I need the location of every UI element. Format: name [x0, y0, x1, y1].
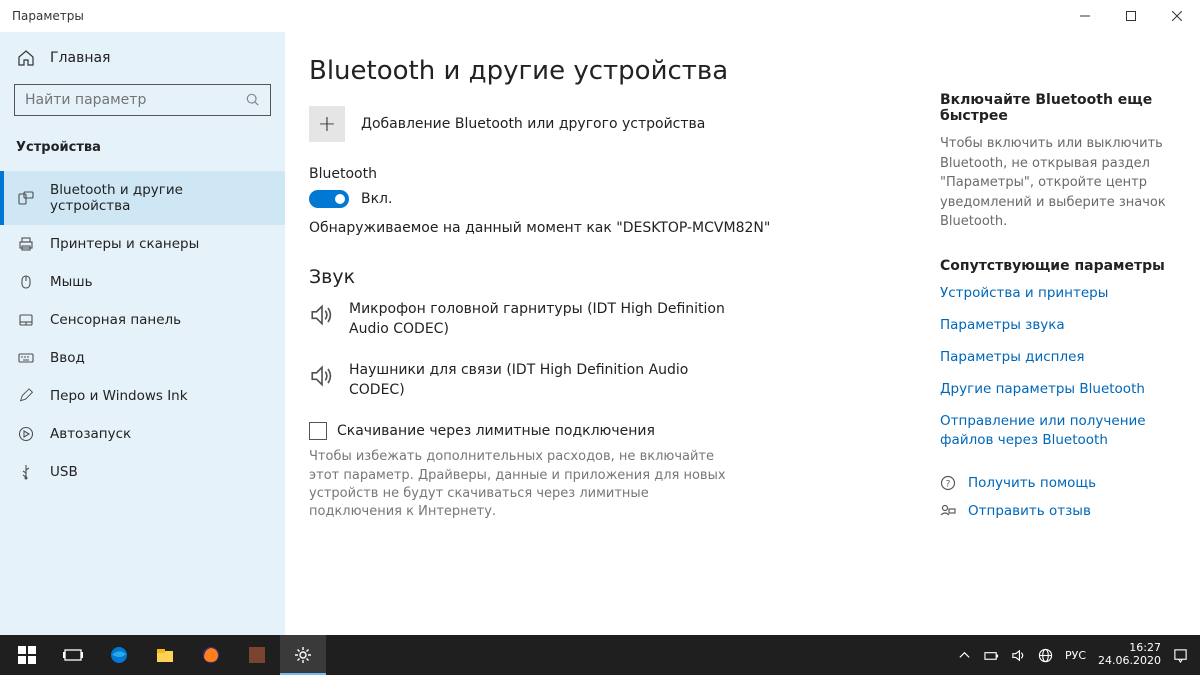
- speaker-icon: [309, 302, 335, 332]
- sidebar-item-label: Ввод: [50, 350, 85, 366]
- home-nav[interactable]: Главная: [0, 40, 285, 76]
- feedback-link[interactable]: Отправить отзыв: [968, 503, 1091, 519]
- home-icon: [18, 50, 34, 66]
- bluetooth-toggle[interactable]: [309, 190, 349, 208]
- sidebar-item-bluetooth[interactable]: Bluetooth и другие устройства: [0, 171, 285, 225]
- edge-icon[interactable]: [96, 635, 142, 675]
- device-label: Микрофон головной гарнитуры (IDT High De…: [349, 300, 729, 339]
- printer-icon: [18, 236, 34, 252]
- get-help[interactable]: ? Получить помощь: [940, 475, 1178, 491]
- help-link[interactable]: Получить помощь: [968, 475, 1096, 491]
- discoverable-text: Обнаруживаемое на данный момент как "DES…: [309, 220, 910, 236]
- page-title: Bluetooth и другие устройства: [309, 56, 910, 86]
- sidebar-item-mouse[interactable]: Мышь: [0, 263, 285, 301]
- close-button[interactable]: [1154, 0, 1200, 32]
- maximize-button[interactable]: [1108, 0, 1154, 32]
- give-feedback[interactable]: Отправить отзыв: [940, 503, 1178, 519]
- right-pane: Включайте Bluetooth еще быстрее Чтобы вк…: [940, 32, 1200, 635]
- plus-icon: +: [309, 106, 345, 142]
- search-field[interactable]: [25, 92, 246, 108]
- sidebar-item-typing[interactable]: Ввод: [0, 339, 285, 377]
- keyboard-icon: [18, 350, 34, 366]
- related-link-devices-printers[interactable]: Устройства и принтеры: [940, 284, 1178, 302]
- tip-text: Чтобы включить или выключить Bluetooth, …: [940, 134, 1178, 232]
- sidebar-item-touchpad[interactable]: Сенсорная панель: [0, 301, 285, 339]
- home-label: Главная: [50, 50, 110, 66]
- bluetooth-label: Bluetooth: [309, 166, 910, 182]
- volume-icon[interactable]: [1011, 648, 1026, 663]
- date: 24.06.2020: [1098, 655, 1161, 668]
- device-item[interactable]: Наушники для связи (IDT High Definition …: [309, 361, 729, 400]
- window-title: Параметры: [12, 9, 84, 23]
- content-area: Bluetooth и другие устройства + Добавлен…: [285, 32, 940, 635]
- sidebar-item-label: Автозапуск: [50, 426, 131, 442]
- start-button[interactable]: [4, 635, 50, 675]
- tip-title: Включайте Bluetooth еще быстрее: [940, 92, 1178, 124]
- sidebar: Главная Устройства Bluetooth и другие ус…: [0, 32, 285, 635]
- minimize-button[interactable]: [1062, 0, 1108, 32]
- sidebar-item-autoplay[interactable]: Автозапуск: [0, 415, 285, 453]
- notifications-icon[interactable]: [1173, 648, 1188, 663]
- touchpad-icon: [18, 312, 34, 328]
- system-tray: РУС 16:27 24.06.2020: [957, 642, 1196, 667]
- metered-checkbox[interactable]: [309, 422, 327, 440]
- usb-icon: [18, 464, 34, 480]
- svg-text:?: ?: [946, 479, 951, 489]
- clock[interactable]: 16:27 24.06.2020: [1098, 642, 1161, 667]
- related-title: Сопутствующие параметры: [940, 258, 1178, 274]
- search-input[interactable]: [14, 84, 271, 116]
- device-label: Наушники для связи (IDT High Definition …: [349, 361, 729, 400]
- device-item[interactable]: Микрофон головной гарнитуры (IDT High De…: [309, 300, 729, 339]
- mouse-icon: [18, 274, 34, 290]
- network-icon[interactable]: [1038, 648, 1053, 663]
- related-link-display[interactable]: Параметры дисплея: [940, 348, 1178, 366]
- sidebar-item-label: Перо и Windows Ink: [50, 388, 188, 404]
- add-device-button[interactable]: + Добавление Bluetooth или другого устро…: [309, 106, 910, 142]
- related-link-more-bt[interactable]: Другие параметры Bluetooth: [940, 380, 1178, 398]
- sidebar-item-label: Мышь: [50, 274, 93, 290]
- add-device-label: Добавление Bluetooth или другого устройс…: [361, 116, 705, 132]
- firefox-icon[interactable]: [188, 635, 234, 675]
- sidebar-item-label: Принтеры и сканеры: [50, 236, 199, 252]
- battery-icon[interactable]: [984, 648, 999, 663]
- sidebar-item-usb[interactable]: USB: [0, 453, 285, 491]
- sidebar-item-pen[interactable]: Перо и Windows Ink: [0, 377, 285, 415]
- bluetooth-icon: [18, 190, 34, 206]
- related-link-bt-files[interactable]: Отправление или получение файлов через B…: [940, 412, 1178, 448]
- sidebar-item-label: Сенсорная панель: [50, 312, 181, 328]
- audio-section-title: Звук: [309, 266, 910, 288]
- related-link-sound[interactable]: Параметры звука: [940, 316, 1178, 334]
- sidebar-item-label: Bluetooth и другие устройства: [50, 182, 267, 214]
- category-label: Устройства: [0, 130, 285, 165]
- help-icon: ?: [940, 475, 956, 491]
- language-indicator[interactable]: РУС: [1065, 649, 1086, 662]
- sidebar-item-printers[interactable]: Принтеры и сканеры: [0, 225, 285, 263]
- settings-taskbar-icon[interactable]: [280, 635, 326, 675]
- metered-label: Скачивание через лимитные подключения: [337, 423, 655, 439]
- feedback-icon: [940, 503, 956, 519]
- app-icon[interactable]: [234, 635, 280, 675]
- taskview-button[interactable]: [50, 635, 96, 675]
- tray-chevron-icon[interactable]: [957, 648, 972, 663]
- explorer-icon[interactable]: [142, 635, 188, 675]
- titlebar: Параметры: [0, 0, 1200, 32]
- pen-icon: [18, 388, 34, 404]
- autoplay-icon: [18, 426, 34, 442]
- search-icon: [246, 93, 260, 107]
- sidebar-item-label: USB: [50, 464, 78, 480]
- taskbar: РУС 16:27 24.06.2020: [0, 635, 1200, 675]
- toggle-state: Вкл.: [361, 191, 392, 207]
- metered-help-text: Чтобы избежать дополнительных расходов, …: [309, 448, 729, 521]
- speaker-icon: [309, 363, 335, 393]
